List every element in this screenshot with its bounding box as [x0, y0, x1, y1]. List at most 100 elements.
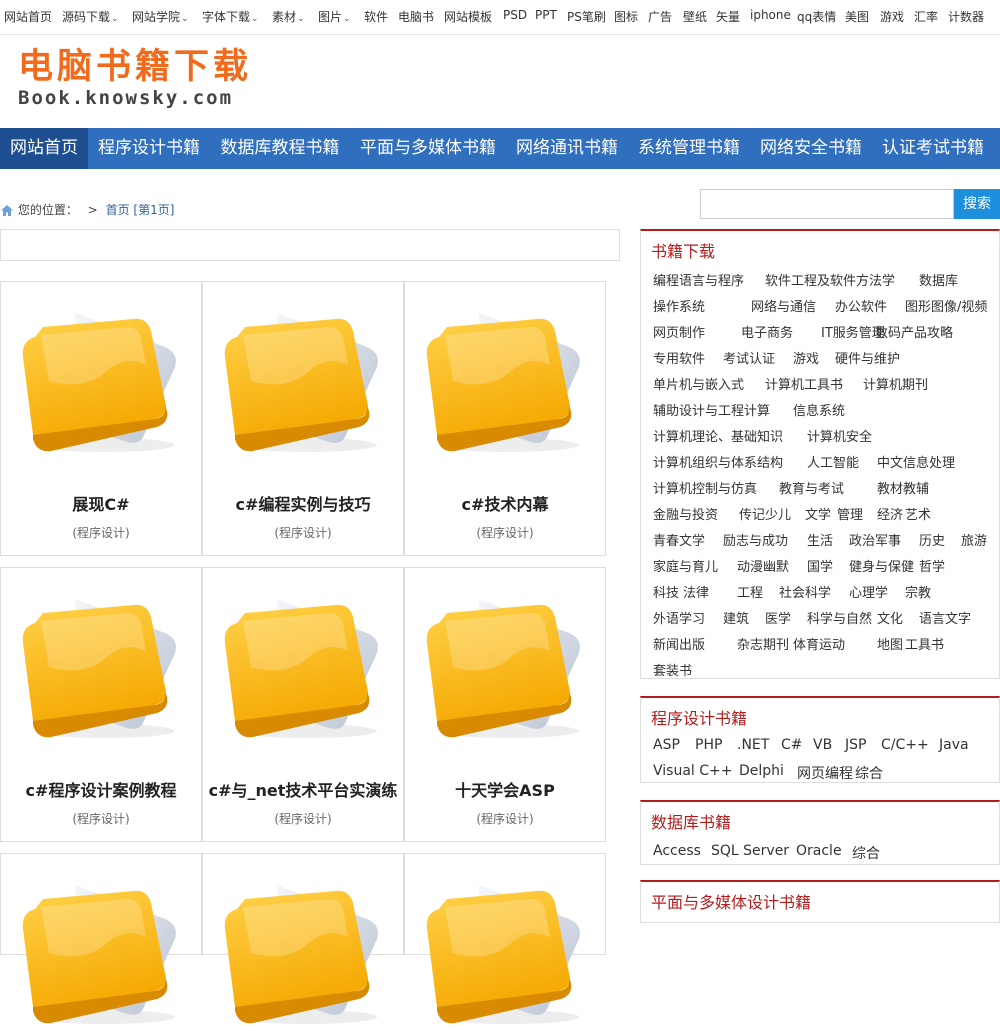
sidebar-link[interactable]: 单片机与嵌入式: [653, 374, 744, 393]
book-card[interactable]: [202, 853, 404, 1024]
top-nav-item[interactable]: 壁纸: [683, 8, 707, 25]
sidebar-link[interactable]: 体育运动: [793, 634, 845, 653]
sidebar-link[interactable]: 办公软件: [835, 296, 887, 315]
sidebar-link[interactable]: 文化: [877, 608, 903, 627]
main-nav-item[interactable]: 网络通讯书籍: [506, 128, 628, 169]
book-cover-icon[interactable]: [217, 877, 387, 1031]
sidebar-link[interactable]: 艺术: [905, 504, 931, 523]
top-nav-item[interactable]: 电脑书: [398, 8, 434, 25]
sidebar-link[interactable]: 计算机期刊: [863, 374, 928, 393]
top-nav-item[interactable]: 网站学院⌄: [132, 8, 189, 25]
sidebar-link[interactable]: 国学: [807, 556, 833, 575]
top-nav-item[interactable]: 计数器: [948, 8, 984, 25]
top-nav-item[interactable]: 游戏: [880, 8, 904, 25]
sidebar-link[interactable]: 教材教辅: [877, 478, 929, 497]
main-nav-item[interactable]: 网络安全书籍: [750, 128, 872, 169]
sidebar-link[interactable]: 网页制作: [653, 322, 705, 341]
sidebar-box-title[interactable]: 程序设计书籍: [651, 705, 747, 729]
book-cover-icon[interactable]: [217, 591, 387, 745]
sidebar-link[interactable]: 社会科学: [779, 582, 831, 601]
top-nav-item[interactable]: 字体下载⌄: [202, 8, 259, 25]
top-nav-item[interactable]: 素材⌄: [272, 8, 305, 25]
top-nav-item[interactable]: 网站模板: [444, 8, 492, 25]
top-nav-item[interactable]: PS笔刷: [567, 8, 606, 25]
sidebar-link[interactable]: 网页编程: [797, 763, 853, 783]
sidebar-link[interactable]: 数据库: [919, 270, 958, 289]
book-title[interactable]: c#技术内幕: [405, 491, 605, 515]
book-card[interactable]: [404, 853, 606, 1024]
top-nav-item[interactable]: 矢量: [716, 8, 740, 25]
book-card[interactable]: c#与_net技术平台实演练 (程序设计): [202, 567, 404, 842]
search-input[interactable]: [700, 189, 954, 219]
book-title[interactable]: c#编程实例与技巧: [203, 491, 403, 515]
book-title[interactable]: c#程序设计案例教程: [1, 777, 201, 801]
book-cover-icon[interactable]: [419, 305, 589, 459]
sidebar-link[interactable]: VB: [813, 737, 832, 753]
sidebar-link[interactable]: 政治军事: [849, 530, 901, 549]
sidebar-link[interactable]: JSP: [845, 737, 866, 753]
breadcrumb-home-link[interactable]: 首页: [106, 203, 130, 217]
book-card[interactable]: 十天学会ASP (程序设计): [404, 567, 606, 842]
book-cover-icon[interactable]: [15, 305, 185, 459]
sidebar-link[interactable]: 外语学习: [653, 608, 705, 627]
main-nav-item[interactable]: 平面与多媒体书籍: [350, 128, 506, 169]
top-nav-item[interactable]: iphone: [750, 8, 791, 22]
sidebar-link[interactable]: 计算机组织与体系结构: [653, 452, 783, 471]
sidebar-link[interactable]: 医学: [765, 608, 791, 627]
main-nav-item[interactable]: 数据库教程书籍: [210, 128, 350, 169]
sidebar-link[interactable]: 专用软件: [653, 348, 705, 367]
sidebar-link[interactable]: 杂志期刊: [737, 634, 789, 653]
top-nav-item[interactable]: 美图: [845, 8, 869, 25]
main-nav-item[interactable]: 网站首页: [0, 128, 88, 169]
sidebar-link[interactable]: 工程: [737, 582, 763, 601]
book-title[interactable]: 展现C#: [1, 491, 201, 515]
sidebar-link[interactable]: 编程语言与程序: [653, 270, 744, 289]
sidebar-link[interactable]: 操作系统: [653, 296, 705, 315]
sidebar-link[interactable]: 宗教: [905, 582, 931, 601]
sidebar-link[interactable]: .NET: [737, 737, 769, 753]
sidebar-link[interactable]: 信息系统: [793, 400, 845, 419]
top-nav-item[interactable]: 汇率: [914, 8, 938, 25]
sidebar-link[interactable]: 图形图像/视频: [905, 296, 987, 315]
book-cover-icon[interactable]: [419, 877, 589, 1031]
main-nav-item[interactable]: 系统管理书籍: [628, 128, 750, 169]
sidebar-link[interactable]: 硬件与维护: [835, 348, 900, 367]
sidebar-box-title[interactable]: 数据库书籍: [651, 809, 731, 833]
sidebar-link[interactable]: Visual C++: [653, 763, 732, 779]
sidebar-link[interactable]: 综合: [852, 843, 880, 863]
top-nav-item[interactable]: PPT: [535, 8, 557, 22]
sidebar-link[interactable]: 金融与投资: [653, 504, 718, 523]
sidebar-link[interactable]: 文学: [805, 504, 831, 523]
sidebar-link[interactable]: 健身与保健: [849, 556, 914, 575]
sidebar-link[interactable]: 经济: [877, 504, 903, 523]
sidebar-link[interactable]: 建筑: [723, 608, 749, 627]
sidebar-link[interactable]: 计算机工具书: [765, 374, 843, 393]
sidebar-link[interactable]: 哲学: [919, 556, 945, 575]
book-card[interactable]: c#程序设计案例教程 (程序设计): [0, 567, 202, 842]
book-card[interactable]: [0, 853, 202, 1024]
sidebar-link[interactable]: 旅游: [961, 530, 987, 549]
sidebar-link[interactable]: Access: [653, 843, 701, 859]
sidebar-box-title[interactable]: 平面与多媒体设计书籍: [651, 889, 811, 913]
sidebar-box-title[interactable]: 书籍下载: [651, 238, 715, 262]
sidebar-link[interactable]: 游戏: [793, 348, 819, 367]
top-nav-item[interactable]: qq表情: [797, 8, 836, 25]
sidebar-link[interactable]: 科学与自然: [807, 608, 872, 627]
sidebar-link[interactable]: 动漫幽默: [737, 556, 789, 575]
sidebar-link[interactable]: 家庭与育儿: [653, 556, 718, 575]
sidebar-link[interactable]: 语言文字: [919, 608, 971, 627]
book-cover-icon[interactable]: [15, 591, 185, 745]
sidebar-link[interactable]: 计算机控制与仿真: [653, 478, 757, 497]
sidebar-link[interactable]: 工具书: [905, 634, 944, 653]
top-nav-item[interactable]: 广告: [648, 8, 672, 25]
sidebar-link[interactable]: 管理: [837, 504, 863, 523]
sidebar-link[interactable]: 传记: [739, 504, 765, 523]
main-nav-item[interactable]: 程序设计书籍: [88, 128, 210, 169]
top-nav-item[interactable]: 网站首页: [4, 8, 52, 25]
book-card[interactable]: c#技术内幕 (程序设计): [404, 281, 606, 556]
sidebar-link[interactable]: 中文信息处理: [877, 452, 955, 471]
book-card[interactable]: c#编程实例与技巧 (程序设计): [202, 281, 404, 556]
sidebar-link[interactable]: 心理学: [849, 582, 888, 601]
book-cover-icon[interactable]: [15, 877, 185, 1031]
sidebar-link[interactable]: 人工智能: [807, 452, 859, 471]
